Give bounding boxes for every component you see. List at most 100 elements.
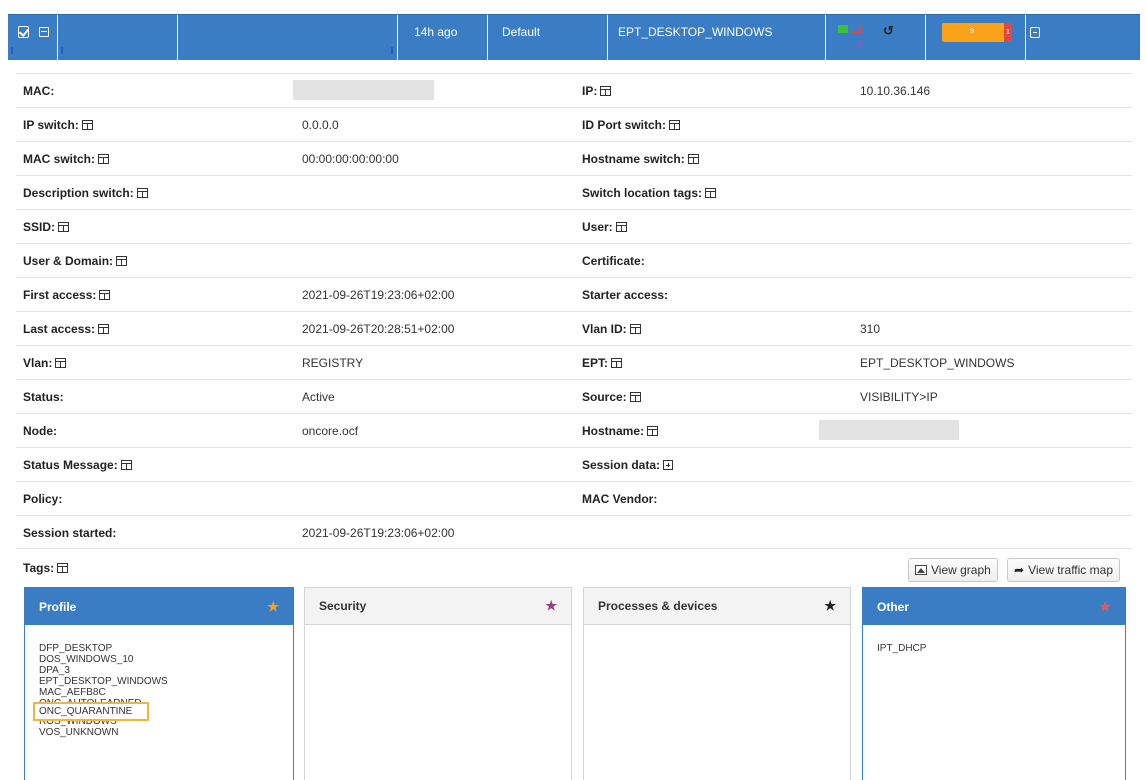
processes-devices-panel: Processes & devices ★ <box>583 587 851 780</box>
table-icon[interactable] <box>81 120 93 130</box>
header-cell-blank-2 <box>178 15 398 60</box>
panel-header[interactable]: Profile ★ <box>25 588 293 625</box>
panel-header[interactable]: Processes & devices ★ <box>584 588 850 625</box>
table-icon[interactable] <box>615 222 627 232</box>
info-label: MAC: <box>23 84 55 98</box>
table-icon[interactable] <box>600 86 612 96</box>
info-label: Starter access: <box>582 288 669 302</box>
alert-badge[interactable]: 9 1 <box>942 23 1012 42</box>
profile-tag[interactable]: EPT_DESKTOP_WINDOWS <box>39 676 279 687</box>
info-row: MAC switch: 00:00:00:00:00:00 Hostname s… <box>16 141 1132 175</box>
collapse-icon[interactable] <box>1030 27 1040 38</box>
table-icon[interactable] <box>55 358 67 368</box>
redacted-value <box>819 420 959 440</box>
info-row: MAC: IP: 10.10.36.146 <box>16 73 1132 107</box>
table-icon[interactable] <box>120 460 132 470</box>
flag-icon <box>838 25 848 33</box>
profile-tag[interactable]: VOS_UNKNOWN <box>39 727 279 738</box>
row-actions <box>8 15 58 60</box>
info-label: SSID: <box>23 220 70 234</box>
table-icon[interactable] <box>669 120 681 130</box>
profile-panel: Profile ★ DFP_DESKTOP DOS_WINDOWS_10 DPA… <box>24 587 294 780</box>
info-row: Node: oncore.ocf Hostname: <box>16 413 1132 447</box>
info-row: Status Message: Session data: <box>16 447 1132 481</box>
table-icon[interactable] <box>136 188 148 198</box>
cell-marker <box>391 47 393 54</box>
expand-plus-icon[interactable] <box>663 460 674 470</box>
star-icon[interactable]: ★ <box>267 599 279 615</box>
header-status-icons: ↺ ↺ <box>826 15 926 60</box>
info-label: Source: <box>582 390 641 404</box>
selection-marker <box>11 47 13 54</box>
info-value: 2021-09-26T19:23:06+02:00 <box>302 526 455 540</box>
info-label: Description switch: <box>23 186 148 200</box>
header-alerts[interactable]: 9 1 <box>926 15 1026 60</box>
profile-tag[interactable]: DPA_3 <box>39 665 279 676</box>
info-value: oncore.ocf <box>302 424 359 438</box>
info-label: MAC Vendor: <box>582 492 658 506</box>
info-value: 0.0.0.0 <box>302 118 339 132</box>
info-label: User: <box>582 220 627 234</box>
view-graph-button[interactable]: View graph <box>908 558 998 582</box>
panel-header[interactable]: Security ★ <box>305 588 571 625</box>
profile-tag-list: DFP_DESKTOP DOS_WINDOWS_10 DPA_3 EPT_DES… <box>25 625 293 754</box>
table-icon[interactable] <box>629 324 641 334</box>
panel-title: Security <box>319 599 367 613</box>
redacted-value <box>293 80 434 100</box>
info-row: IP switch: 0.0.0.0 ID Port switch: <box>16 107 1132 141</box>
cell-marker <box>61 47 63 54</box>
profile-tag[interactable]: DOS_WINDOWS_10 <box>39 654 279 665</box>
table-icon[interactable] <box>98 324 110 334</box>
endpoint-info-table: MAC: IP: 10.10.36.146 IP switch: 0.0.0.0… <box>16 73 1132 549</box>
info-label: MAC switch: <box>23 152 109 166</box>
info-label: Vlan ID: <box>582 322 641 336</box>
detail-card-icon[interactable] <box>38 27 49 37</box>
alert-count: 9 <box>970 28 974 35</box>
info-row: Vlan: REGISTRY EPT: EPT_DESKTOP_WINDOWS <box>16 345 1132 379</box>
table-icon[interactable] <box>57 563 69 573</box>
table-icon[interactable] <box>705 188 717 198</box>
table-icon[interactable] <box>687 154 699 164</box>
security-panel: Security ★ <box>304 587 572 780</box>
table-icon[interactable] <box>629 392 641 402</box>
star-icon[interactable]: ★ <box>545 598 557 614</box>
info-label: Vlan: <box>23 356 67 370</box>
panel-title: Profile <box>39 599 77 614</box>
checkbox-edit-icon[interactable] <box>18 26 29 38</box>
table-icon[interactable] <box>116 256 128 266</box>
info-label: Last access: <box>23 322 110 336</box>
header-cell-blank-1 <box>58 15 178 60</box>
profile-tag[interactable]: DFP_DESKTOP <box>39 643 279 654</box>
info-row: User & Domain: Certificate: <box>16 243 1132 277</box>
history-icon[interactable]: ↺ <box>883 23 894 39</box>
table-icon[interactable] <box>99 290 111 300</box>
endpoint-header-row[interactable]: 14h ago Default EPT_DESKTOP_WINDOWS ↺ ↺ … <box>8 14 1140 60</box>
info-value: Active <box>302 390 335 404</box>
info-row: SSID: User: <box>16 209 1132 243</box>
info-label: IP: <box>582 84 612 98</box>
other-tag[interactable]: IPT_DHCP <box>877 643 1111 654</box>
info-label: Certificate: <box>582 254 645 268</box>
view-traffic-map-button[interactable]: ➦ View traffic map <box>1007 558 1120 582</box>
info-row: Session started: 2021-09-26T19:23:06+02:… <box>16 515 1132 549</box>
header-time: 14h ago <box>398 15 488 60</box>
info-label: Node: <box>23 424 57 438</box>
info-value: 00:00:00:00:00:00 <box>302 152 399 166</box>
table-icon[interactable] <box>647 426 659 436</box>
info-row: Status: Active Source: VISIBILITY>IP <box>16 379 1132 413</box>
panel-header[interactable]: Other ★ <box>863 588 1125 625</box>
table-icon[interactable] <box>611 358 623 368</box>
table-icon[interactable] <box>58 222 70 232</box>
info-value: VISIBILITY>IP <box>860 390 938 404</box>
profile-tag[interactable]: MAC_AEFB8C <box>39 687 279 698</box>
info-label: Status Message: <box>23 458 132 472</box>
header-ept: EPT_DESKTOP_WINDOWS <box>608 15 826 60</box>
star-icon[interactable]: ★ <box>1099 599 1111 615</box>
header-collapse[interactable] <box>1026 15 1048 60</box>
share-arrow-icon: ➦ <box>1014 563 1025 577</box>
profile-tag-highlighted[interactable]: ONC_QUARANTINE <box>33 702 149 721</box>
table-icon[interactable] <box>98 154 109 164</box>
star-icon[interactable]: ★ <box>824 598 836 614</box>
info-label: EPT: <box>582 356 623 370</box>
info-label: User & Domain: <box>23 254 128 268</box>
